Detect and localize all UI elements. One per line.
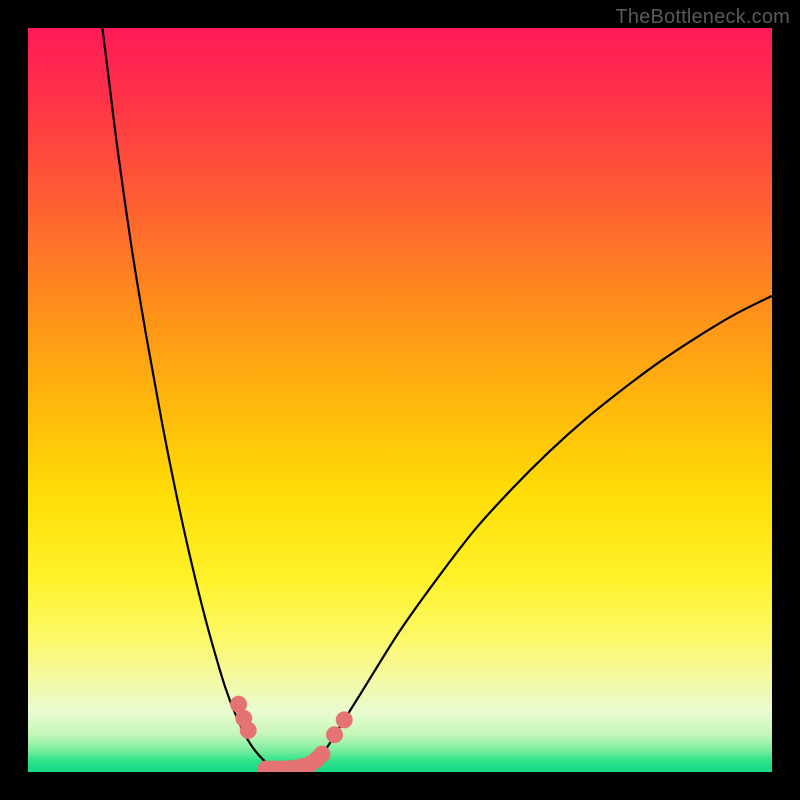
right-curve — [303, 296, 772, 771]
right-marker-2 — [336, 711, 353, 728]
floor-marker-9 — [313, 746, 330, 763]
watermark-text: TheBottleneck.com — [615, 6, 790, 29]
marker-group — [230, 696, 353, 772]
left-curve — [102, 28, 281, 771]
plot-area — [28, 28, 772, 772]
curve-layer — [28, 28, 772, 772]
chart-frame: TheBottleneck.com — [0, 0, 800, 800]
right-marker-1 — [326, 726, 343, 743]
left-marker-3 — [240, 722, 257, 739]
